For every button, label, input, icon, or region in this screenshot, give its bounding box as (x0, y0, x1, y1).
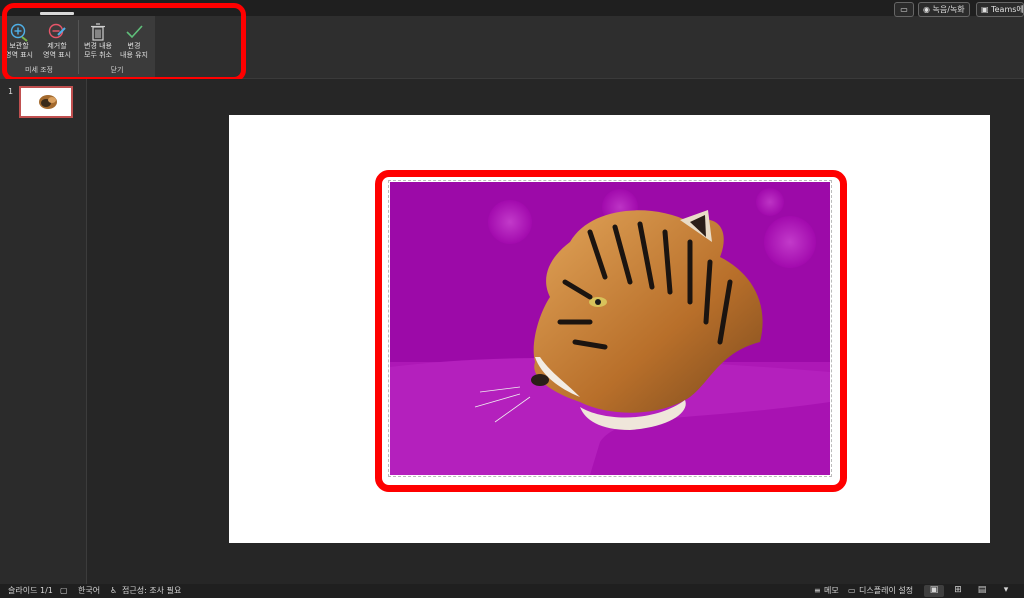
image-highlight-box (375, 170, 847, 492)
teams-label: Teams에 (991, 5, 1024, 14)
normal-view-button[interactable]: ▣ (924, 585, 944, 597)
record-button[interactable]: ◉ 녹음/녹화 (918, 2, 970, 17)
notes-icon: ≡ (814, 586, 821, 595)
reading-view-icon: ▤ (977, 585, 987, 595)
ribbon-bar: 보관할 영역 표시 제거할 영역 표시 미세 조정 변경 내용 모두 취소 변경… (0, 0, 1024, 82)
slide-sorter-icon: ⊞ (954, 585, 962, 595)
language-indicator[interactable]: 한국어 (78, 586, 100, 596)
tiger-thumbnail-image (39, 95, 57, 109)
teams-icon: ▣ (981, 5, 989, 14)
reading-view-button[interactable]: ▤ (972, 585, 992, 597)
slide-thumbnails-pane: 1 (0, 79, 87, 584)
slide-thumbnail[interactable] (19, 86, 73, 118)
slide-number: 1 (8, 87, 14, 96)
record-label: 녹음/녹화 (932, 5, 965, 14)
ribbon-highlight-box (2, 3, 246, 82)
slideshow-icon: ▾ (1003, 585, 1009, 595)
comments-button[interactable]: ▭ (894, 2, 914, 17)
accessibility-status[interactable]: 접근성: 조사 필요 (122, 586, 181, 596)
normal-view-icon: ▣ (929, 585, 939, 595)
display-settings-icon: ▭ (848, 586, 856, 595)
slideshow-view-button[interactable]: ▾ (996, 585, 1016, 597)
spelling-icon[interactable]: ▢ (60, 586, 68, 596)
record-icon: ◉ (923, 5, 930, 14)
teams-share-button[interactable]: ▣ Teams에 (976, 2, 1024, 17)
slide-counter: 슬라이드 1/1 (8, 586, 53, 595)
slide-sorter-view-button[interactable]: ⊞ (948, 585, 968, 597)
comment-icon: ▭ (900, 5, 908, 14)
status-bar: 슬라이드 1/1 ▢ 한국어 ♿ 접근성: 조사 필요 ≡ 메모 ▭ 디스플레이… (0, 584, 1024, 598)
accessibility-icon: ♿ (110, 586, 118, 595)
notes-button[interactable]: 메모 (824, 586, 839, 596)
display-settings-button[interactable]: 디스플레이 설정 (859, 586, 913, 596)
